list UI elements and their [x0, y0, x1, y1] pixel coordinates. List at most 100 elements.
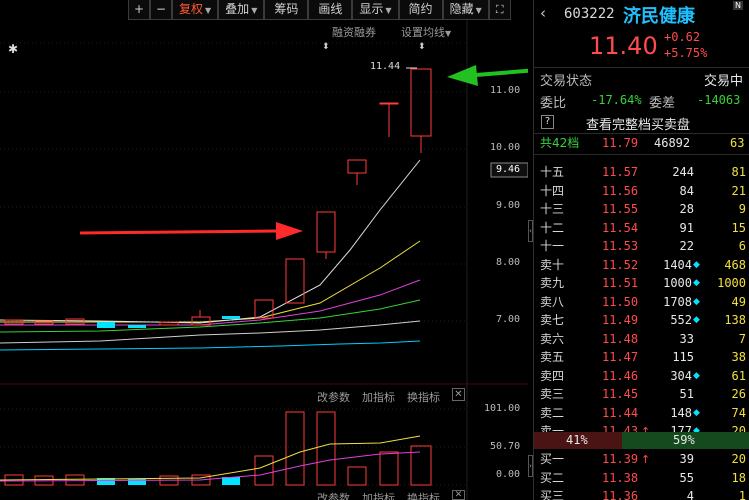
expand-icon[interactable]: ⛶ — [488, 0, 511, 20]
add-indicator-button-2[interactable]: 加指标 — [362, 490, 395, 500]
overlay-button[interactable]: 叠加 ▼ — [218, 0, 265, 20]
zoom-in-button[interactable]: + — [128, 0, 150, 20]
bid-row[interactable]: 买三 11.36 4 1 — [534, 487, 749, 500]
ma-settings-link[interactable]: 设置均线▼ — [401, 24, 451, 40]
add-indicator-button[interactable]: 加指标 — [362, 389, 395, 405]
marker-icon: ⬍ — [418, 42, 426, 52]
ask-volume: 552 — [670, 313, 692, 327]
ask-row[interactable]: 卖六 11.48 33 7 — [534, 330, 749, 349]
ask-volume: 115 — [672, 350, 694, 364]
overlay-label: 叠加 — [225, 2, 250, 16]
ask-row[interactable]: 卖五 11.47 115 38 — [534, 348, 749, 367]
ask-count: 138 — [724, 313, 746, 327]
depth-volume: 46892 — [654, 136, 691, 150]
zoom-out-button[interactable]: − — [150, 0, 172, 20]
ask-row[interactable]: 卖十 11.52 1404 ◆ 468 — [534, 256, 749, 275]
price-change-pct: +5.75% — [664, 46, 708, 60]
ask-level-label: 卖五 — [540, 350, 565, 364]
ask-level-label: 卖七 — [540, 313, 565, 327]
ask-level-label: 十二 — [540, 220, 565, 235]
ask-row[interactable]: 卖七 11.49 552 ◆ 138 — [534, 311, 749, 330]
ask-row[interactable]: 十三 11.55 28 9 — [534, 200, 749, 219]
bid-price: 11.36 — [602, 489, 639, 500]
chevron-down-icon: ▼ — [445, 29, 452, 38]
ask-count: 26 — [731, 387, 746, 401]
red-arrow — [79, 222, 303, 240]
ask-row[interactable]: 十一 11.53 22 6 — [534, 237, 749, 256]
ask-level-label: 十四 — [540, 183, 565, 198]
ask-count: 468 — [724, 257, 746, 272]
ask-volume: 84 — [679, 183, 694, 198]
ask-count: 49 — [731, 294, 746, 309]
stock-name: 济民健康 — [623, 6, 695, 27]
ask-count: 21 — [731, 183, 746, 198]
ma-line-yellow — [0, 240, 421, 323]
commission-ratio-label: 委比 — [540, 96, 567, 111]
commission-diff-label: 委差 — [649, 96, 676, 111]
ma-settings-label: 设置均线 — [401, 26, 445, 39]
bid-count: 18 — [731, 470, 746, 485]
bid-row[interactable]: 买二 11.38 55 18 — [534, 469, 749, 488]
ask-price: 11.45 — [602, 387, 639, 401]
ask-price: 11.52 — [602, 257, 639, 272]
switch-indicator-button-2[interactable]: 换指标 — [407, 490, 440, 500]
edit-params-button-2[interactable]: 改参数 — [317, 490, 350, 500]
depth-price: 11.79 — [602, 136, 639, 150]
margin-trading-link[interactable]: 融资融券 — [332, 24, 376, 40]
ask-row[interactable]: 十五 11.57 244 81 — [534, 163, 749, 182]
ask-level-label: 卖二 — [540, 405, 565, 420]
ask-level-label: 十三 — [540, 202, 565, 216]
ask-price: 11.44 — [602, 405, 639, 420]
ask-count: 38 — [731, 350, 746, 364]
kline-chart[interactable]: ✱ 融资融券 设置均线▼ ⬍ ⬍ 11.44 11.00 10.00 9.46 … — [0, 20, 613, 500]
ask-count: 7 — [738, 331, 746, 346]
diamond-icon: ◆ — [693, 278, 700, 288]
depth-count: 63 — [730, 136, 745, 150]
ask-row[interactable]: 十四 11.56 84 21 — [534, 182, 749, 201]
chips-button[interactable]: 筹码 — [264, 0, 309, 20]
menu-chevron-icon[interactable]: ‹ — [540, 4, 546, 22]
ask-count: 81 — [731, 165, 746, 179]
ask-price: 11.55 — [602, 202, 639, 216]
ask-row[interactable]: 卖二 11.44 148 ◆ 74 — [534, 404, 749, 423]
switch-indicator-button[interactable]: 换指标 — [407, 389, 440, 405]
ask-row[interactable]: 卖四 11.46 304 ◆ 61 — [534, 367, 749, 386]
edit-params-button[interactable]: 改参数 — [317, 389, 350, 405]
ma-line-cyan — [0, 340, 421, 351]
adjust-button[interactable]: 复权 ▼ — [172, 0, 219, 20]
draw-line-button[interactable]: 画线 — [308, 0, 353, 20]
ask-count: 74 — [731, 405, 746, 420]
bid-row[interactable]: 买一 11.39 ↑ 39 20 — [534, 450, 749, 469]
ask-price: 11.56 — [602, 183, 639, 198]
display-label: 显示 — [359, 2, 384, 16]
ask-row[interactable]: 卖三 11.45 51 26 — [534, 385, 749, 404]
price-tick: 7.00 — [496, 314, 521, 325]
diamond-icon: ◆ — [693, 315, 700, 325]
ask-price: 11.54 — [602, 220, 639, 235]
close-icon[interactable]: ✕ — [452, 388, 465, 401]
close-icon[interactable]: ✕ — [452, 490, 465, 500]
hide-button[interactable]: 隐藏 ▼ — [442, 0, 489, 20]
vol-tick: 50.70 — [490, 441, 521, 452]
depth-label: 共42档 — [540, 136, 580, 150]
bid-volume: 39 — [679, 452, 694, 466]
ask-row[interactable]: 十二 11.54 91 15 — [534, 219, 749, 238]
price-tick: 10.00 — [490, 142, 521, 153]
ask-volume: 1404 — [663, 257, 692, 272]
settings-asterisk-icon[interactable]: ✱ — [8, 42, 18, 56]
chevron-down-icon: ▼ — [475, 6, 482, 15]
display-button[interactable]: 显示 ▼ — [352, 0, 399, 20]
commission-diff-value: -14063 — [697, 93, 741, 107]
ask-row[interactable]: 卖九 11.51 1000 ◆ 1000 — [534, 274, 749, 293]
help-icon[interactable]: ? — [541, 115, 554, 129]
price-tick: 8.00 — [496, 257, 521, 268]
quote-panel: ‹ 603222 济民健康 N 11.40 +0.62 +5.75% 交易状态 … — [533, 0, 749, 500]
kline-svg — [0, 20, 613, 500]
current-price-tag: 9.46 — [496, 164, 521, 175]
ask-level-label: 卖六 — [540, 331, 565, 346]
simple-button[interactable]: 简约 — [398, 0, 443, 20]
full-book-link[interactable]: 查看完整档买卖盘 — [586, 114, 690, 133]
ask-row[interactable]: 卖八 11.50 1708 ◆ 49 — [534, 293, 749, 312]
ask-volume: 148 — [670, 405, 692, 420]
volume-bars-up — [4, 411, 432, 486]
